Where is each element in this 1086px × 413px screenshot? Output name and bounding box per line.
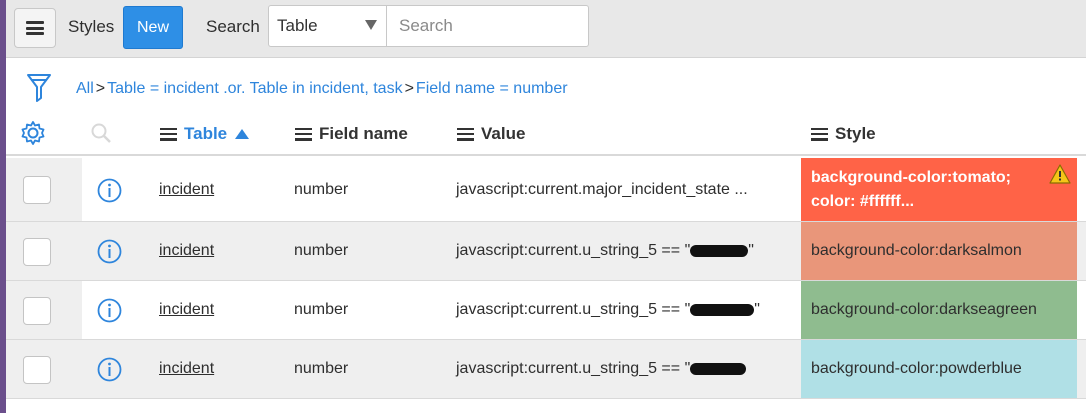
row-table-link[interactable]: incident xyxy=(159,340,214,398)
column-header-row: Table Field name Value Style xyxy=(6,112,1086,156)
breadcrumb-table-condition[interactable]: Table = incident .or. Table in incident,… xyxy=(107,80,402,97)
row-value-text: javascript:current.u_string_5 == " xyxy=(456,242,691,259)
row-value: javascript:current.u_string_5 == " " xyxy=(456,281,760,339)
row-table-link[interactable]: incident xyxy=(159,158,214,221)
table-row[interactable]: incident number javascript:current.u_str… xyxy=(6,222,1086,281)
info-icon[interactable] xyxy=(97,239,122,264)
table-row[interactable]: incident number javascript:current.u_str… xyxy=(6,281,1086,340)
column-header-table[interactable]: Table xyxy=(160,124,250,144)
row-style-cell: background-color:powderblue xyxy=(801,340,1077,398)
row-table-link[interactable]: incident xyxy=(159,222,214,280)
hamburger-icon xyxy=(26,21,44,35)
info-icon[interactable] xyxy=(97,298,122,323)
caret-down-icon xyxy=(365,20,377,30)
sort-ascending-icon xyxy=(235,129,250,139)
table-row[interactable]: incident number javascript:current.major… xyxy=(6,158,1086,222)
row-checkbox[interactable] xyxy=(23,176,51,204)
row-checkbox[interactable] xyxy=(23,297,51,325)
list-menu-button[interactable] xyxy=(14,8,56,48)
gear-icon[interactable] xyxy=(20,120,46,146)
column-header-table-label: Table xyxy=(184,124,228,143)
row-value-tail: " xyxy=(754,301,760,318)
row-value-text: javascript:current.u_string_5 == " xyxy=(456,301,691,318)
row-checkbox[interactable] xyxy=(23,238,51,266)
breadcrumb-separator: > xyxy=(95,80,106,97)
column-header-value[interactable]: Value xyxy=(457,124,525,144)
row-style-line1: background-color:tomato; xyxy=(811,168,1011,186)
column-header-style[interactable]: Style xyxy=(811,124,876,144)
table-row[interactable]: incident number javascript:current.u_str… xyxy=(6,340,1086,399)
row-select-cell xyxy=(6,222,82,280)
search-field-select[interactable]: Table xyxy=(268,5,387,47)
column-menu-icon[interactable] xyxy=(457,127,474,141)
redaction-mark xyxy=(690,304,755,316)
row-field-name: number xyxy=(294,360,349,377)
filter-icon[interactable] xyxy=(26,72,52,104)
row-value: javascript:current.major_incident_state … xyxy=(456,180,748,198)
search-icon[interactable] xyxy=(90,122,112,144)
row-checkbox[interactable] xyxy=(23,356,51,384)
redaction-mark xyxy=(690,363,747,375)
column-header-style-label: Style xyxy=(835,124,876,143)
info-icon[interactable] xyxy=(97,178,122,203)
redaction-mark xyxy=(690,245,749,257)
row-style-cell: background-color:tomato; color: #ffffff.… xyxy=(801,158,1077,221)
search-field-value: Table xyxy=(277,16,318,35)
warning-icon[interactable] xyxy=(1049,164,1071,184)
column-header-field-name-label: Field name xyxy=(319,124,408,143)
column-menu-icon[interactable] xyxy=(295,127,312,141)
search-input[interactable] xyxy=(386,5,589,47)
breadcrumb-field-condition[interactable]: Field name = number xyxy=(416,80,568,97)
row-value: javascript:current.u_string_5 == " " xyxy=(456,222,754,280)
info-icon[interactable] xyxy=(97,357,122,382)
column-header-value-label: Value xyxy=(481,124,526,143)
breadcrumb-separator: > xyxy=(404,80,414,97)
breadcrumb: All > Table = incident .or. Table in incid… xyxy=(76,80,568,98)
row-select-cell xyxy=(6,158,82,221)
row-field-name: number xyxy=(294,301,349,318)
list-title: Styles xyxy=(68,17,115,36)
list-header: Styles New Search Table xyxy=(6,0,1086,58)
breadcrumb-all[interactable]: All xyxy=(76,80,94,97)
row-select-cell xyxy=(6,340,82,398)
row-style-line2: color: #ffffff... xyxy=(811,192,915,210)
row-value: javascript:current.u_string_5 == " xyxy=(456,340,747,398)
row-select-cell xyxy=(6,281,82,339)
column-header-field-name[interactable]: Field name xyxy=(295,124,408,144)
row-field-name: number xyxy=(294,180,349,198)
row-value-tail: " xyxy=(748,242,754,259)
row-table-link[interactable]: incident xyxy=(159,281,214,339)
new-button[interactable]: New xyxy=(123,6,183,49)
search-label: Search xyxy=(206,17,260,36)
column-menu-icon[interactable] xyxy=(160,127,177,141)
row-field-name: number xyxy=(294,242,349,259)
row-style-cell: background-color:darksalmon xyxy=(801,222,1077,280)
column-menu-icon[interactable] xyxy=(811,127,828,141)
row-value-text: javascript:current.u_string_5 == " xyxy=(456,360,691,377)
row-style-cell: background-color:darkseagreen xyxy=(801,281,1077,339)
